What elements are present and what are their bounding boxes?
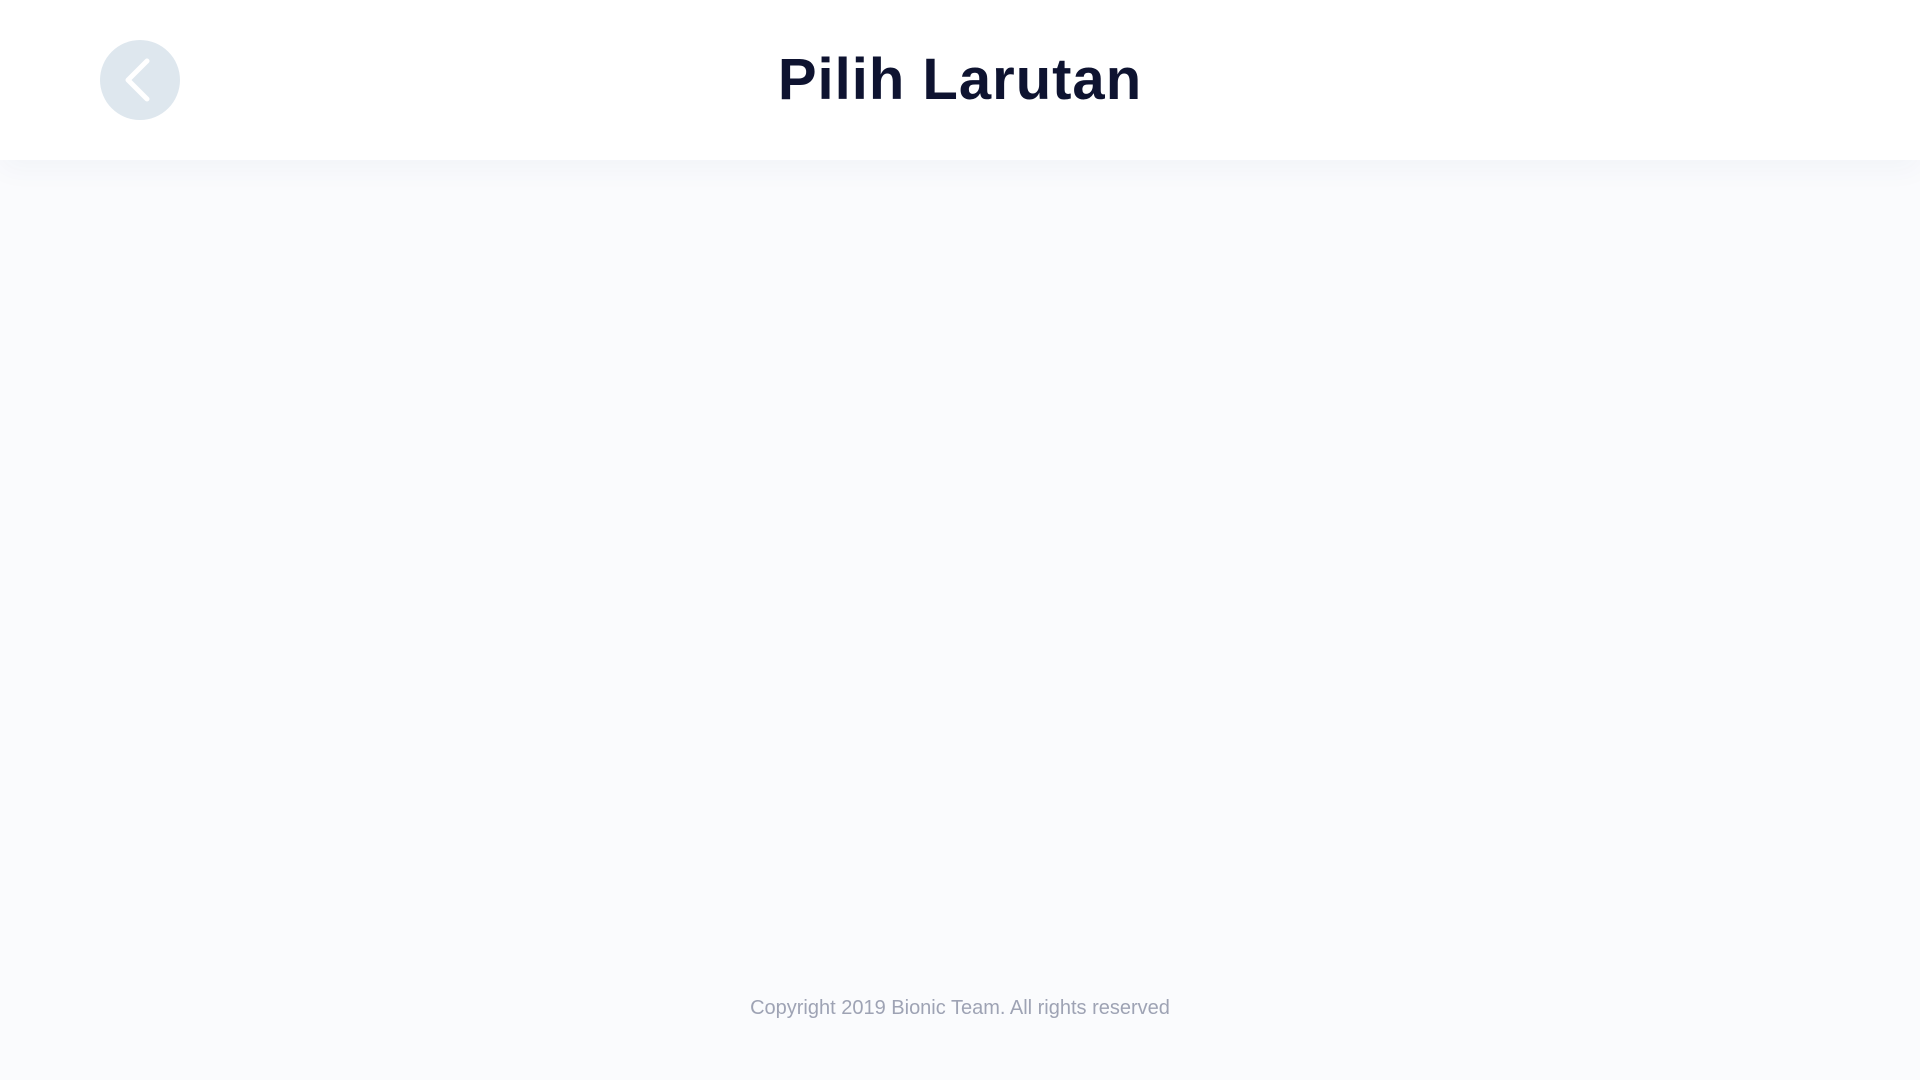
- app-header: Pilih Larutan: [0, 0, 1920, 160]
- main-content-area: [0, 160, 1920, 960]
- page-title: Pilih Larutan: [777, 47, 1143, 112]
- footer-copyright: Copyright 2019 Bionic Team. All rights r…: [750, 997, 1170, 1019]
